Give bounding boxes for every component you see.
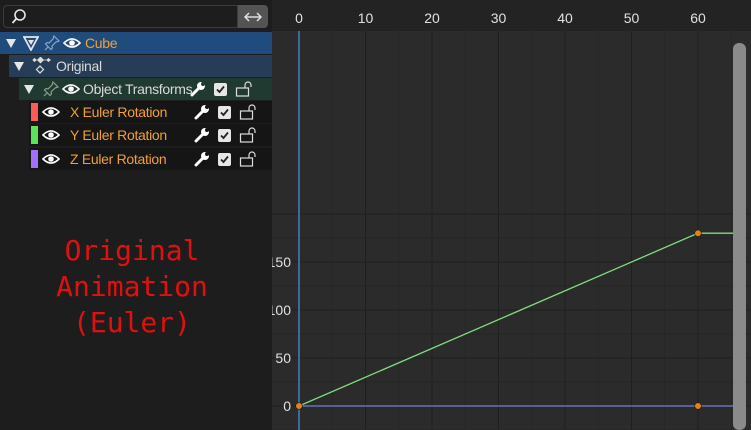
swap-button[interactable] [238,5,268,28]
eye-icon[interactable] [63,36,81,50]
caption-text: Original Animation (Euler) [0,233,264,341]
lock-unlocked-icon[interactable] [239,104,257,120]
channel-curve-row[interactable]: Y Euler Rotation [29,124,272,146]
value-tick-label: 0 [283,398,291,414]
frame-tick-label: 10 [358,10,374,26]
channel-action-row[interactable]: Original [9,55,272,77]
checkbox-checked-icon[interactable] [218,152,231,166]
arrows-horizontal-icon [244,12,262,21]
keyframe-point [295,402,303,410]
lock-unlocked-icon[interactable] [235,81,253,97]
caption-line: (Euler) [72,306,191,339]
channel-region: Cube Original Object Transforms X Euler … [0,0,272,430]
checkbox-checked-icon[interactable] [214,82,228,96]
graph-plot[interactable]: 0 10 20 30 40 50 60 0 50 100 150 [272,0,751,430]
eye-icon[interactable] [42,105,60,119]
value-tick-label: 150 [272,254,291,270]
curve-label: Z Euler Rotation [70,151,167,167]
action-label: Original [56,58,102,74]
channel-group-row[interactable]: Object Transforms [19,78,272,100]
channel-curve-row[interactable]: Z Euler Rotation [29,148,272,170]
object-label: Cube [85,35,118,51]
eye-icon[interactable] [42,128,60,142]
action-icon [32,57,51,74]
caption-line: Original [64,234,200,267]
value-tick-label: 100 [272,302,291,318]
keyframe-point [694,229,702,237]
wrench-icon[interactable] [194,127,210,143]
curve-color-swatch [31,103,38,121]
channel-object-row[interactable]: Cube [0,32,272,54]
curve-label: Y Euler Rotation [70,127,167,143]
eye-icon[interactable] [42,152,60,166]
object-data-icon [23,36,39,51]
lock-unlocked-icon[interactable] [239,151,257,167]
wrench-icon[interactable] [194,151,210,167]
vertical-scrollbar[interactable] [733,43,746,430]
group-label: Object Transforms [83,81,193,97]
lock-unlocked-icon[interactable] [239,127,257,143]
search-icon [11,9,26,24]
curve-color-swatch [31,126,38,144]
caption-line: Animation [56,270,208,303]
frame-tick-label: 20 [424,10,440,26]
channel-curve-row[interactable]: X Euler Rotation [29,101,272,123]
pin-icon[interactable] [43,81,59,97]
frame-tick-label: 40 [557,10,573,26]
frame-tick-label: 50 [624,10,640,26]
curve-color-swatch [31,150,38,168]
curve-label: X Euler Rotation [70,104,168,120]
graph-editor: Cube Original Object Transforms X Euler … [0,0,751,430]
frame-tick-label: 30 [491,10,507,26]
search-input[interactable] [3,5,238,28]
wrench-icon[interactable] [190,81,206,97]
keyframe-point [694,402,702,410]
frame-tick-label: 60 [690,10,706,26]
frame-tick-label: 0 [295,10,303,26]
pin-icon[interactable] [44,35,60,51]
expand-triangle-icon[interactable] [5,38,17,48]
checkbox-checked-icon[interactable] [218,105,231,119]
eye-icon[interactable] [62,82,80,96]
expand-triangle-icon[interactable] [23,84,35,94]
expand-triangle-icon[interactable] [13,61,25,71]
value-tick-label: 50 [275,350,291,366]
checkbox-checked-icon[interactable] [218,128,231,142]
wrench-icon[interactable] [194,104,210,120]
channel-filter-bar [0,0,272,32]
